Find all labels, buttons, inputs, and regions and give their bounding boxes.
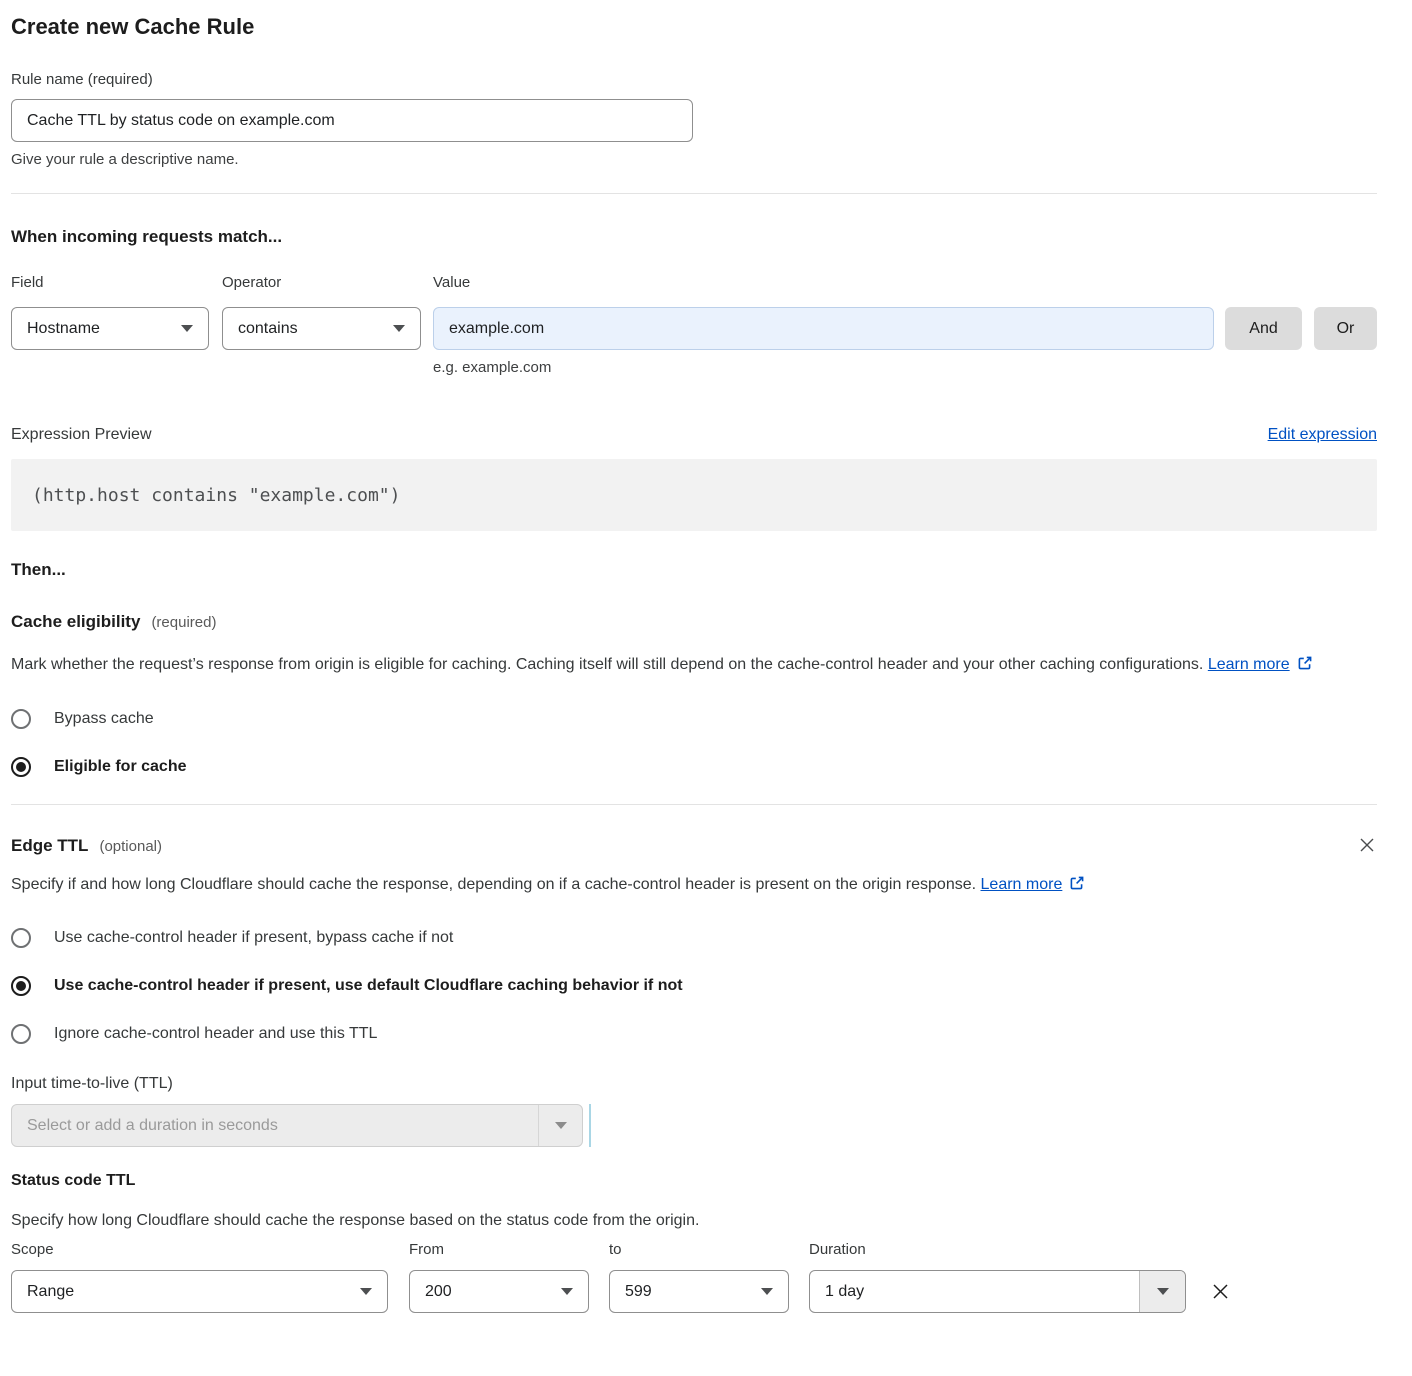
edge-ttl-heading: Edge TTL (optional) xyxy=(11,835,162,856)
value-helper: e.g. example.com xyxy=(433,358,1214,377)
ttl-input-label: Input time-to-live (TTL) xyxy=(11,1074,1377,1093)
ttl-dropdown-button[interactable] xyxy=(538,1105,582,1146)
value-label: Value xyxy=(433,273,1214,292)
status-code-ttl-description: Specify how long Cloudflare should cache… xyxy=(11,1211,1377,1230)
expression-preview-label: Expression Preview xyxy=(11,425,152,444)
chevron-down-icon xyxy=(561,1288,573,1295)
rule-name-helper: Give your rule a descriptive name. xyxy=(11,150,1377,169)
remove-status-ttl-row-button[interactable] xyxy=(1209,1280,1232,1303)
edge-ttl-description: Specify if and how long Cloudflare shoul… xyxy=(11,871,1131,899)
form-content: Create new Cache Rule Rule name (require… xyxy=(11,14,1377,1313)
rule-name-label: Rule name (required) xyxy=(11,70,1377,89)
match-condition-row: Field Hostname Operator contains Value e… xyxy=(11,273,1377,377)
edge-ttl-option-default-label: Use cache-control header if present, use… xyxy=(54,977,683,995)
field-select[interactable]: Hostname xyxy=(11,307,209,350)
match-heading: When incoming requests match... xyxy=(11,226,1377,247)
edit-expression-link[interactable]: Edit expression xyxy=(1268,426,1377,444)
operator-group: Operator contains xyxy=(222,273,421,350)
chevron-down-icon xyxy=(761,1288,773,1295)
value-input[interactable] xyxy=(433,307,1214,350)
bypass-cache-option[interactable]: Bypass cache xyxy=(11,709,1377,729)
radio-unselected-icon[interactable] xyxy=(11,709,31,729)
bypass-cache-label: Bypass cache xyxy=(54,710,154,728)
create-cache-rule-form: Create new Cache Rule Rule name (require… xyxy=(0,0,1412,1376)
radio-selected-icon[interactable] xyxy=(11,976,31,996)
expression-preview-box: (http.host contains "example.com") xyxy=(11,459,1377,531)
learn-more-link[interactable]: Learn more xyxy=(981,876,1086,893)
page-title: Create new Cache Rule xyxy=(11,14,1377,39)
status-code-ttl-row: Range 200 599 1 day xyxy=(11,1270,1377,1313)
chevron-down-icon xyxy=(181,325,193,332)
eligible-for-cache-label: Eligible for cache xyxy=(54,758,186,776)
to-label: to xyxy=(609,1240,789,1259)
close-icon xyxy=(1357,835,1377,855)
to-select-value: 599 xyxy=(625,1283,652,1301)
edge-ttl-option-default[interactable]: Use cache-control header if present, use… xyxy=(11,976,1377,996)
ttl-input-wrap: Select or add a duration in seconds xyxy=(11,1104,1377,1147)
expression-code: (http.host contains "example.com") xyxy=(32,485,400,506)
chevron-down-icon xyxy=(1157,1288,1169,1295)
duration-select-value: 1 day xyxy=(810,1271,1139,1312)
operator-select[interactable]: contains xyxy=(222,307,421,350)
external-link-icon xyxy=(1297,655,1313,671)
status-code-ttl-labels: Scope From to Duration xyxy=(11,1240,1377,1259)
close-edge-ttl-button[interactable] xyxy=(1357,835,1377,855)
learn-more-link[interactable]: Learn more xyxy=(1208,656,1313,673)
or-button[interactable]: Or xyxy=(1314,307,1377,350)
and-button[interactable]: And xyxy=(1225,307,1302,350)
operator-select-value: contains xyxy=(238,320,298,338)
from-label: From xyxy=(409,1240,589,1259)
duration-label: Duration xyxy=(809,1240,1186,1259)
cache-eligibility-heading: Cache eligibility (required) xyxy=(11,611,1377,632)
radio-unselected-icon[interactable] xyxy=(11,928,31,948)
operator-label: Operator xyxy=(222,273,421,292)
chevron-down-icon xyxy=(360,1288,372,1295)
chevron-down-icon xyxy=(555,1122,567,1129)
ttl-duration-placeholder: Select or add a duration in seconds xyxy=(12,1105,538,1146)
radio-unselected-icon[interactable] xyxy=(11,1024,31,1044)
edge-ttl-option-bypass[interactable]: Use cache-control header if present, byp… xyxy=(11,928,1377,948)
close-icon xyxy=(1209,1280,1232,1303)
radio-selected-icon[interactable] xyxy=(11,757,31,777)
field-group: Field Hostname xyxy=(11,273,209,350)
edge-ttl-qualifier: (optional) xyxy=(99,838,162,855)
from-select-value: 200 xyxy=(425,1283,452,1301)
edge-ttl-header: Edge TTL (optional) xyxy=(11,835,1377,856)
section-divider xyxy=(11,193,1377,194)
cache-eligibility-description: Mark whether the request’s response from… xyxy=(11,651,1377,679)
expression-header: Expression Preview Edit expression xyxy=(11,425,1377,444)
cache-eligibility-qualifier: (required) xyxy=(151,614,216,631)
edge-ttl-option-ignore[interactable]: Ignore cache-control header and use this… xyxy=(11,1024,1377,1044)
chevron-down-icon xyxy=(393,325,405,332)
field-select-value: Hostname xyxy=(27,320,100,338)
eligible-for-cache-option[interactable]: Eligible for cache xyxy=(11,757,1377,777)
cache-eligibility-title: Cache eligibility xyxy=(11,611,140,632)
scope-select[interactable]: Range xyxy=(11,1270,388,1313)
text-cursor-indicator xyxy=(589,1104,591,1147)
then-heading: Then... xyxy=(11,559,1377,580)
duration-dropdown-button[interactable] xyxy=(1139,1271,1185,1312)
status-code-ttl-heading: Status code TTL xyxy=(11,1172,1377,1190)
scope-select-value: Range xyxy=(27,1283,74,1301)
section-divider xyxy=(11,804,1377,805)
edge-ttl-title: Edge TTL xyxy=(11,835,88,856)
edge-ttl-option-bypass-label: Use cache-control header if present, byp… xyxy=(54,929,453,947)
external-link-icon xyxy=(1069,875,1085,891)
ttl-duration-select[interactable]: Select or add a duration in seconds xyxy=(11,1104,583,1147)
from-select[interactable]: 200 xyxy=(409,1270,589,1313)
field-label: Field xyxy=(11,273,209,292)
duration-select[interactable]: 1 day xyxy=(809,1270,1186,1313)
to-select[interactable]: 599 xyxy=(609,1270,789,1313)
rule-name-input[interactable] xyxy=(11,99,693,142)
value-group: Value e.g. example.com xyxy=(433,273,1214,377)
edge-ttl-option-ignore-label: Ignore cache-control header and use this… xyxy=(54,1025,377,1043)
scope-label: Scope xyxy=(11,1240,388,1259)
